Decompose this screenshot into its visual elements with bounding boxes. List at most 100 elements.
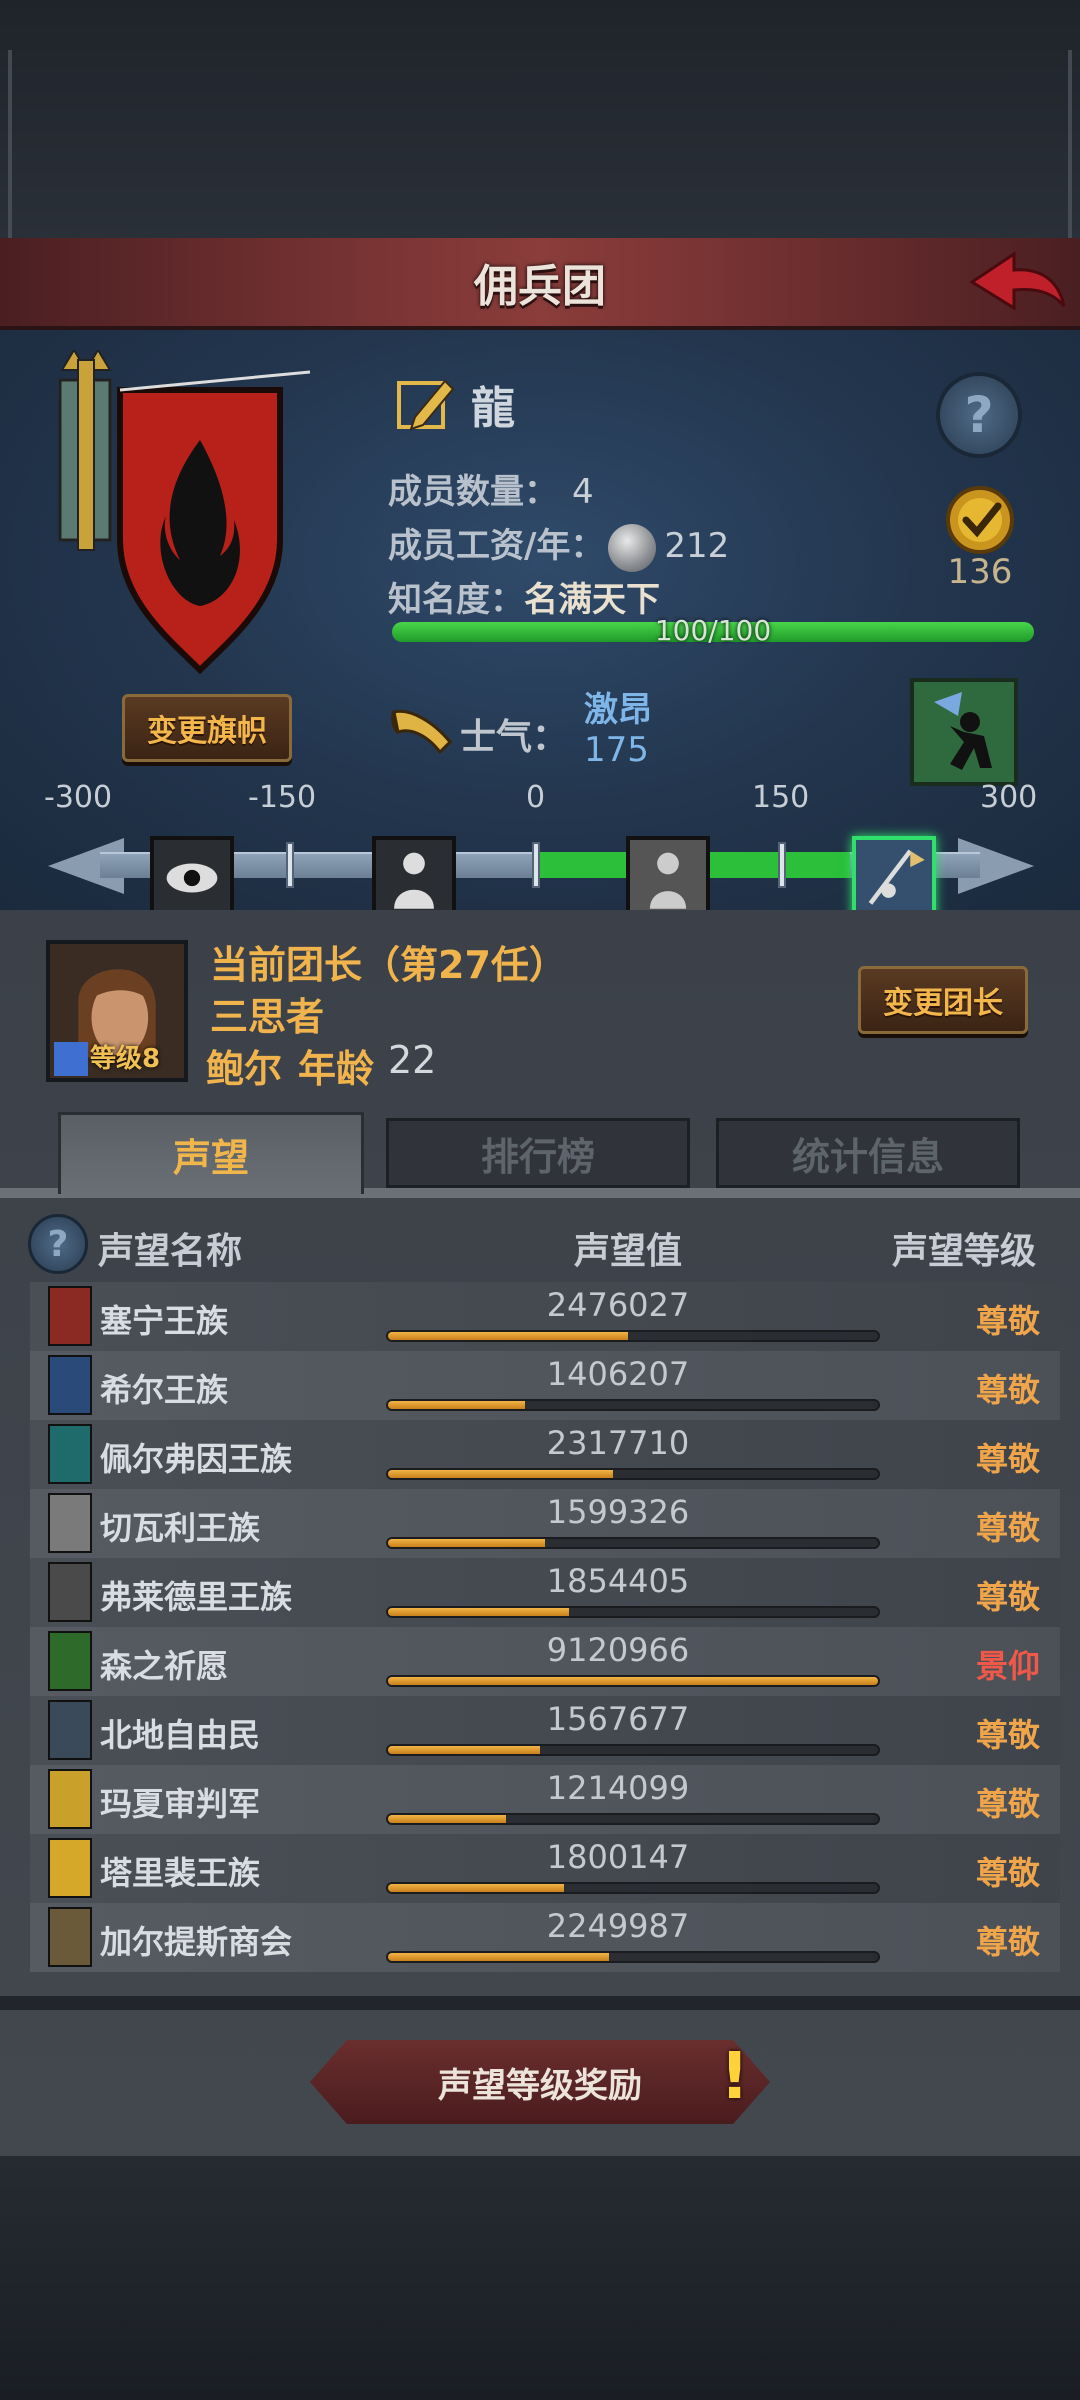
leader-trait: 三思者 (210, 995, 325, 1039)
faction-crest-icon (48, 1355, 92, 1415)
reputation-row[interactable]: 佩尔弗因王族 2317710 尊敬 (30, 1420, 1060, 1489)
faction-crest-icon (48, 1562, 92, 1622)
reputation-value: 1567677 (546, 1700, 690, 1738)
change-flag-button[interactable]: 变更旗帜 (122, 694, 292, 762)
reputation-progress-fill (388, 1677, 878, 1685)
change-leader-button[interactable]: 变更团长 (858, 966, 1028, 1034)
sword-icon (54, 1042, 88, 1076)
reputation-list: 塞宁王族 2476027 尊敬 希尔王族 1406207 尊敬 佩尔弗因王族 2317710 尊… (30, 1282, 1060, 1972)
reputation-row[interactable]: 弗莱德里王族 1854405 尊敬 (30, 1558, 1060, 1627)
reputation-reward-button[interactable]: 声望等级奖励 (310, 2040, 770, 2124)
morale-inspired-icon[interactable] (852, 836, 936, 920)
reputation-row[interactable]: 玛夏审判军 1214099 尊敬 (30, 1765, 1060, 1834)
guild-banner-icon (58, 350, 311, 675)
edit-name-icon[interactable] (395, 373, 457, 435)
morale-label: 士气： (460, 717, 569, 758)
medal-check-icon[interactable] (930, 480, 1030, 560)
reputation-row[interactable]: 加尔提斯商会 2249987 尊敬 (30, 1903, 1060, 1972)
reputation-progress-bar (386, 1399, 880, 1411)
reputation-progress-fill (388, 1746, 540, 1754)
morale-cheer-icon[interactable] (910, 678, 1018, 786)
reputation-level: 尊敬 (975, 1509, 1040, 1547)
reputation-level: 尊敬 (975, 1854, 1040, 1892)
morale-value: 175 (584, 730, 649, 770)
reputation-row[interactable]: 切瓦利王族 1599326 尊敬 (30, 1489, 1060, 1558)
reputation-value: 1800147 (546, 1838, 690, 1876)
faction-crest-icon (48, 1286, 92, 1346)
reputation-value: 2476027 (546, 1286, 690, 1324)
col-value-header: 声望值 (574, 1231, 683, 1272)
faction-name: 加尔提斯商会 (100, 1923, 293, 1961)
leader-age-label: 年龄 (298, 1047, 375, 1091)
tab-reputation[interactable]: 声望 (58, 1112, 364, 1194)
reputation-progress-bar (386, 1468, 880, 1480)
back-arrow-icon[interactable] (968, 248, 1068, 318)
reputation-progress-bar (386, 1882, 880, 1894)
faction-name: 玛夏审判军 (100, 1785, 261, 1823)
reputation-row[interactable]: 希尔王族 1406207 尊敬 (30, 1351, 1060, 1420)
faction-name: 希尔王族 (100, 1371, 229, 1409)
alert-icon: ! (720, 2040, 750, 2114)
title-bar: 佣兵团 (0, 238, 1080, 330)
reputation-level: 尊敬 (975, 1785, 1040, 1823)
list-bottom-edge (0, 1996, 1080, 2010)
morale-despair-icon[interactable] (372, 836, 456, 920)
leader-age: 22 (388, 1038, 437, 1082)
morale-eye-icon[interactable] (150, 836, 234, 920)
reputation-row[interactable]: 塞宁王族 2476027 尊敬 (30, 1282, 1060, 1351)
help-icon[interactable]: ? (936, 372, 1022, 458)
reputation-value: 9120966 (546, 1631, 690, 1669)
scale-tick (532, 842, 540, 888)
leader-title: 当前团长（第27任） (210, 943, 567, 987)
medal-value: 136 (947, 552, 1013, 592)
faction-crest-icon (48, 1424, 92, 1484)
reputation-value: 1214099 (546, 1769, 690, 1807)
reputation-help-icon[interactable]: ? (28, 1214, 88, 1274)
reputation-progress-fill (388, 1332, 629, 1340)
leader-name: 鲍尔 (206, 1047, 283, 1091)
top-background (0, 0, 1080, 240)
fame-progress-text: 100/100 (654, 614, 772, 647)
reputation-value: 1406207 (546, 1355, 690, 1393)
reputation-row[interactable]: 塔里裴王族 1800147 尊敬 (30, 1834, 1060, 1903)
reputation-value: 2317710 (546, 1424, 690, 1462)
faction-name: 北地自由民 (100, 1716, 261, 1754)
salary-label: 成员工资/年： (388, 526, 605, 566)
morale-calm-icon[interactable] (626, 836, 710, 920)
reputation-value: 2249987 (546, 1907, 690, 1945)
faction-crest-icon (48, 1493, 92, 1553)
morale-row: 士气： 激昂 175 (390, 678, 1040, 786)
tab-statistics[interactable]: 统计信息 (716, 1118, 1020, 1188)
reputation-progress-bar (386, 1675, 880, 1687)
scale-label: -300 (44, 780, 113, 815)
reputation-progress-fill (388, 1884, 565, 1892)
tab-leaderboard[interactable]: 排行榜 (386, 1118, 690, 1188)
reputation-row[interactable]: 北地自由民 1567677 尊敬 (30, 1696, 1060, 1765)
scale-tick (778, 842, 786, 888)
reputation-progress-fill (388, 1815, 506, 1823)
faction-crest-icon (48, 1907, 92, 1967)
reputation-progress-bar (386, 1537, 880, 1549)
faction-name: 塞宁王族 (100, 1302, 229, 1340)
reputation-row[interactable]: 森之祈愿 9120966 景仰 (30, 1627, 1060, 1696)
faction-crest-icon (48, 1700, 92, 1760)
scale-label: 0 (526, 780, 546, 815)
scale-label: 150 (752, 780, 810, 815)
morale-state: 激昂 (584, 690, 652, 730)
leader-portrait[interactable]: 等级8 (46, 940, 188, 1082)
morale-scale: -300 -150 0 150 300 (0, 780, 1080, 920)
faction-name: 塔里裴王族 (100, 1854, 261, 1892)
reputation-level: 尊敬 (975, 1923, 1040, 1961)
bottom-background (0, 2156, 1080, 2400)
faction-name: 切瓦利王族 (100, 1509, 261, 1547)
faction-crest-icon (48, 1769, 92, 1829)
col-name-header: 声望名称 (98, 1231, 243, 1272)
salary-value: 212 (664, 526, 730, 566)
reputation-progress-bar (386, 1744, 880, 1756)
reputation-progress-fill (388, 1470, 614, 1478)
faction-crest-icon (48, 1838, 92, 1898)
reputation-level: 景仰 (975, 1647, 1040, 1685)
reputation-progress-bar (386, 1951, 880, 1963)
reputation-header: ? 声望名称 声望值 声望等级 (20, 1210, 1060, 1280)
guild-panel: 变更旗帜 龍 ? 成员数量： 4 成员工资/年： 212 知名度：名满天下 100/… (0, 330, 1080, 920)
